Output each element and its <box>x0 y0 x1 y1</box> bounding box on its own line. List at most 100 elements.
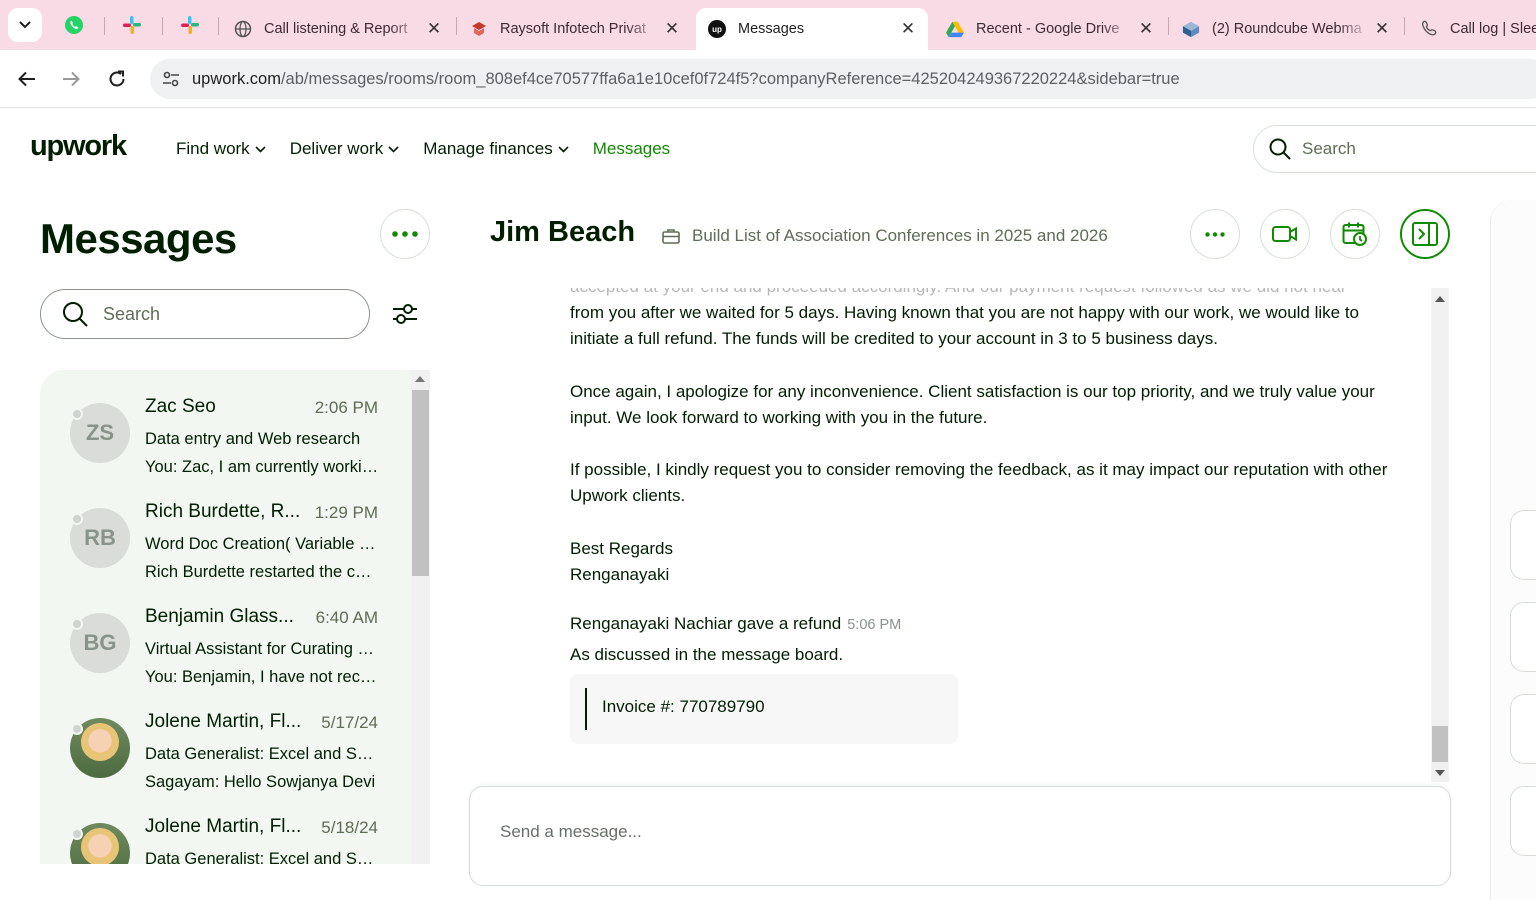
conversation-time: 1:29 PM <box>314 503 378 522</box>
message-thread: accepted at your end and proceeded accor… <box>470 288 1430 782</box>
tab-title: (2) Roundcube Webma <box>1212 21 1362 37</box>
schedule-meeting-button[interactable] <box>1330 209 1380 259</box>
close-tab-icon[interactable]: ✕ <box>1370 19 1394 39</box>
scroll-thumb[interactable] <box>412 390 429 576</box>
conversation-item[interactable]: BG Benjamin Glass... 6:40 AM Virtual Ass… <box>40 580 408 686</box>
more-dots-icon <box>392 231 418 237</box>
conversation-job: Virtual Assistant for Curating Content <box>145 640 380 658</box>
messages-title: Messages <box>40 215 237 262</box>
back-button[interactable] <box>10 62 44 96</box>
svg-text:up: up <box>712 25 722 34</box>
side-panel-button[interactable] <box>1510 694 1536 764</box>
browser-tab-active[interactable]: up Messages ✕ <box>696 8 928 50</box>
pinned-tab-slack-2[interactable] <box>174 9 206 41</box>
video-call-button[interactable] <box>1260 209 1310 259</box>
status-dot <box>71 408 83 420</box>
conversation-name: Zac Seo <box>145 396 216 417</box>
browser-tab[interactable]: Call listening & Report ✕ <box>222 8 454 50</box>
room-contact-name: Jim Beach <box>490 216 636 248</box>
message-regards: Best Regards <box>570 539 673 558</box>
slack-icon <box>123 16 141 34</box>
tab-title: Recent - Google Drive <box>976 21 1120 37</box>
browser-tab[interactable]: Call log | Slee <box>1408 8 1536 50</box>
nav-messages[interactable]: Messages <box>593 139 670 159</box>
tab-search-dropdown[interactable] <box>8 8 42 42</box>
pinned-tab-slack-1[interactable] <box>116 9 148 41</box>
conversation-time: 6:40 AM <box>315 608 378 627</box>
nav-deliver-work[interactable]: Deliver work <box>290 139 400 159</box>
room-more-button[interactable] <box>1190 209 1240 259</box>
sidebar-panel-icon <box>1412 222 1438 246</box>
conversation-item[interactable]: ZS Zac Seo 2:06 PM Data entry and Web re… <box>40 370 408 476</box>
phone-icon <box>1420 20 1438 38</box>
nav-manage-finances[interactable]: Manage finances <box>423 139 569 159</box>
conversation-job: Data entry and Web research <box>145 430 361 448</box>
main-nav: Find work Deliver work Manage finances M… <box>176 139 694 159</box>
search-icon <box>63 302 88 327</box>
browser-tab[interactable]: Raysoft Infotech Privat ✕ <box>458 8 692 50</box>
whatsapp-icon <box>65 16 83 34</box>
message-paragraph: Once again, I apologize for any inconven… <box>570 382 1375 428</box>
toggle-sidebar-button[interactable] <box>1400 209 1450 259</box>
scroll-up-icon[interactable] <box>415 376 425 382</box>
tab-title: Messages <box>738 21 805 37</box>
browser-tab-strip: Call listening & Report ✕ Raysoft Infote… <box>0 0 1536 50</box>
upwork-logo[interactable]: upwork <box>30 130 127 163</box>
tab-title: Call listening & Report <box>264 21 408 37</box>
reload-button[interactable] <box>100 62 134 96</box>
scroll-thumb[interactable] <box>1432 726 1448 762</box>
conversation-item[interactable]: Jolene Martin, Fl... 5/18/24 Data Genera… <box>40 790 408 864</box>
sliders-icon <box>393 304 417 324</box>
thread-scrollbar[interactable] <box>1431 288 1449 782</box>
composer-placeholder: Send a message... <box>500 822 642 841</box>
pinned-tab-whatsapp[interactable] <box>58 9 90 41</box>
scroll-down-icon[interactable] <box>1435 770 1445 776</box>
header-search-input[interactable]: Search <box>1253 125 1536 173</box>
close-tab-icon[interactable]: ✕ <box>896 19 920 39</box>
conversation-name: Jolene Martin, Fl... <box>145 816 302 837</box>
site-header: upwork Find work Deliver work Manage fin… <box>0 108 1536 192</box>
address-bar[interactable]: upwork.com/ab/messages/rooms/room_808ef4… <box>150 59 1536 99</box>
chevron-down-icon <box>388 145 399 153</box>
conversation-list: ZS Zac Seo 2:06 PM Data entry and Web re… <box>40 370 430 864</box>
video-camera-icon <box>1272 226 1297 242</box>
chevron-down-icon <box>19 21 31 29</box>
side-panel-button[interactable] <box>1510 602 1536 672</box>
conversation-item[interactable]: Jolene Martin, Fl... 5/17/24 Data Genera… <box>40 685 408 791</box>
message-composer[interactable]: Send a message... <box>469 786 1451 886</box>
tab-title: Raysoft Infotech Privat <box>500 21 646 37</box>
conversation-scrollbar[interactable] <box>411 370 430 864</box>
close-tab-icon[interactable]: ✕ <box>660 19 684 39</box>
arrow-left-icon <box>18 71 35 87</box>
messages-more-button[interactable] <box>380 209 430 259</box>
room-job-link[interactable]: Build List of Association Conferences in… <box>662 226 1108 246</box>
refund-event: Renganayaki Nachiar gave a refund 5:06 PM <box>570 614 902 633</box>
arrow-right-icon <box>63 71 80 87</box>
scroll-up-icon[interactable] <box>1435 296 1445 302</box>
conversation-item[interactable]: RB Rich Burdette, R... 1:29 PM Word Doc … <box>40 475 408 581</box>
close-tab-icon[interactable]: ✕ <box>422 19 446 39</box>
invoice-card[interactable]: Invoice #: 770789790 <box>570 674 958 744</box>
conversation-name: Rich Burdette, R... <box>145 501 301 522</box>
close-tab-icon[interactable]: ✕ <box>1134 19 1158 39</box>
invoice-number: Invoice #: 770789790 <box>602 697 765 716</box>
nav-find-work[interactable]: Find work <box>176 139 266 159</box>
conversation-job: Data Generalist: Excel and Sheets <box>145 850 380 864</box>
filter-button[interactable] <box>388 297 422 331</box>
globe-icon <box>234 20 252 38</box>
browser-tab[interactable]: (2) Roundcube Webma ✕ <box>1170 8 1402 50</box>
refund-time: 5:06 PM <box>847 617 902 633</box>
browser-tab[interactable]: Recent - Google Drive ✕ <box>934 8 1166 50</box>
slack-icon <box>181 16 199 34</box>
conversation-time: 5/17/24 <box>321 713 378 732</box>
status-dot <box>71 618 83 630</box>
messages-search-input[interactable]: Search <box>40 289 370 339</box>
site-info-icon[interactable] <box>150 71 192 87</box>
search-icon <box>1269 138 1291 160</box>
conversation-job: Word Doc Creation( Variable Data) <box>145 535 380 553</box>
raysoft-icon <box>470 20 488 38</box>
forward-button[interactable] <box>54 62 88 96</box>
side-panel-button[interactable] <box>1510 786 1536 856</box>
roundcube-icon <box>1182 20 1200 38</box>
side-panel-button[interactable] <box>1510 510 1536 580</box>
